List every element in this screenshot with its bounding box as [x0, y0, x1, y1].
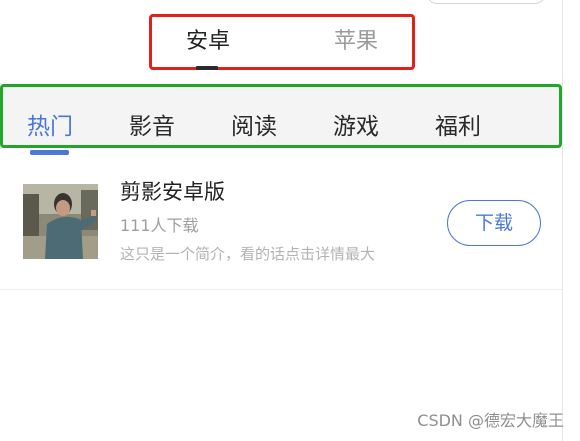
watermark: CSDN @德宏大魔王: [417, 411, 564, 430]
app-title[interactable]: 剪影安卓版: [120, 179, 225, 205]
platform-switch: 安卓 苹果: [149, 14, 415, 70]
app-thumbnail[interactable]: [23, 184, 98, 259]
top-action-pill[interactable]: [425, 0, 547, 4]
tab-hot[interactable]: 热门: [27, 112, 73, 142]
page-right-border: [562, 0, 563, 441]
platform-active-indicator: [196, 66, 218, 70]
category-tabs: 热门 影音 阅读 游戏 福利: [0, 84, 562, 148]
download-button[interactable]: 下载: [447, 200, 541, 246]
tab-media[interactable]: 影音: [129, 112, 175, 142]
tab-reading[interactable]: 阅读: [231, 112, 277, 142]
tab-benefits[interactable]: 福利: [435, 112, 481, 142]
tab-android[interactable]: 安卓: [186, 28, 230, 56]
app-list-page: 安卓 苹果 热门 影音 阅读 游戏 福利 剪影安卓版 111人下载 这只是一个简…: [0, 0, 580, 441]
app-thumbnail-image: [23, 184, 98, 259]
tab-games[interactable]: 游戏: [333, 112, 379, 142]
list-item[interactable]: 剪影安卓版 111人下载 这只是一个简介，看的话点击详情最大 下载: [0, 160, 562, 290]
download-count: 111人下载: [120, 216, 199, 235]
category-active-underline: [30, 150, 69, 155]
tab-ios[interactable]: 苹果: [334, 28, 378, 56]
app-description: 这只是一个简介，看的话点击详情最大: [120, 245, 376, 263]
